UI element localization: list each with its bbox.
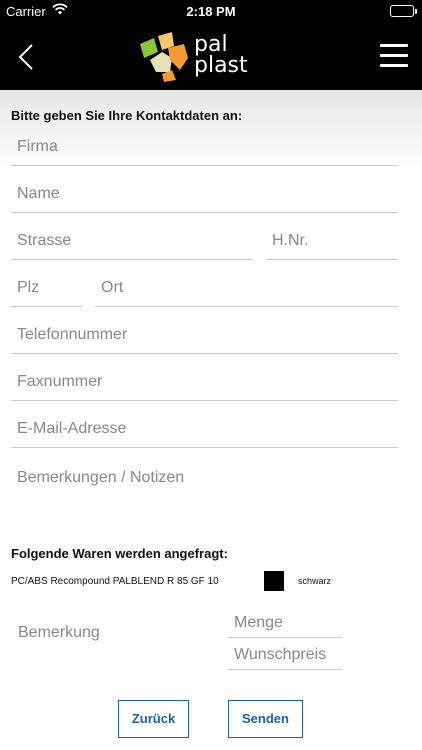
status-bar: Carrier 2:18 PM [0,0,422,22]
phone-field[interactable]: Telefonnummer [11,316,398,354]
company-field[interactable]: Firma [11,128,398,166]
email-field[interactable]: E-Mail-Adresse [11,410,398,448]
product-name: PC/ABS Recompound PALBLEND R 85 GF 10 [11,576,219,587]
palplast-logo: pal plast [136,30,256,84]
back-button[interactable]: Zurück [118,700,189,738]
hamburger-menu-icon[interactable] [380,44,408,68]
battery-icon [390,5,417,17]
content-area: Bitte geben Sie Ihre Kontaktdaten an: Fi… [0,90,422,750]
quantity-field[interactable]: Menge [228,608,342,638]
nav-bar: pal plast [0,22,422,90]
product-remark-field[interactable]: Bemerkung [18,624,100,642]
status-time: 2:18 PM [186,4,236,19]
fax-field[interactable]: Faxnummer [11,363,398,401]
house-number-field[interactable]: H.Nr. [266,222,398,260]
logo-line1: pal [194,32,228,57]
logo-line2: plast [194,53,248,78]
goods-section-title: Folgende Waren werden angefragt: [11,546,228,561]
back-chevron-icon[interactable] [14,42,42,72]
color-name: schwarz [298,576,332,586]
notes-field[interactable]: Bemerkungen / Notizen [11,459,398,497]
city-field[interactable]: Ort [95,269,398,307]
color-swatch [264,571,284,591]
street-field[interactable]: Strasse [11,222,253,260]
name-field[interactable]: Name [11,175,398,213]
send-button[interactable]: Senden [228,700,303,738]
zip-field[interactable]: Plz [11,269,82,307]
desired-price-field[interactable]: Wunschpreis [228,640,342,670]
contact-section-title: Bitte geben Sie Ihre Kontaktdaten an: [11,108,243,123]
